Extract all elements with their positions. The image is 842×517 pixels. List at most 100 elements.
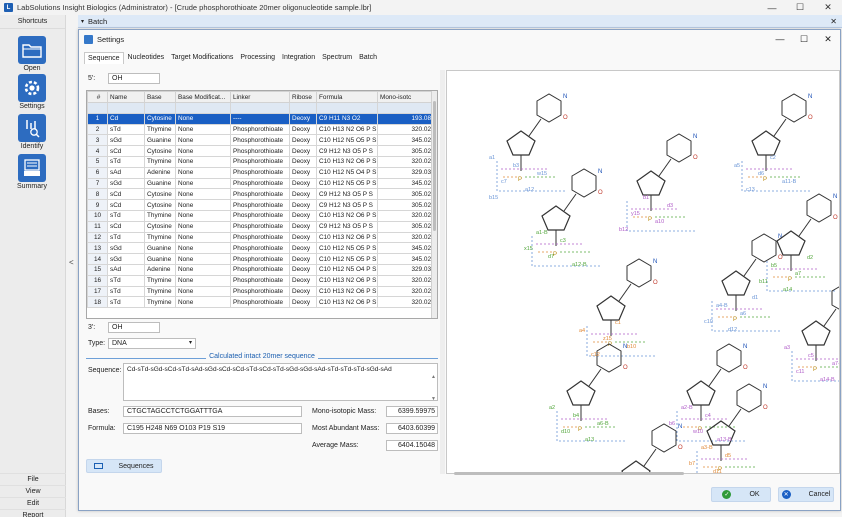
tab-processing[interactable]: Processing	[237, 52, 278, 64]
column-header[interactable]: Name	[107, 91, 145, 103]
table-cell: Deoxy	[289, 220, 317, 233]
table-row[interactable]: 3 sGd Guanine None Phosphorothioate Deoxy C10 …	[87, 134, 434, 147]
table-row[interactable]: 6 sAd Adenine None Phosphorothioate Deoxy C10 …	[87, 166, 434, 179]
five-prime-field[interactable]: OH	[108, 73, 160, 84]
abundant-mass-label: Most Abundant Mass:	[312, 425, 380, 432]
fragment-label: a12-B	[572, 262, 587, 268]
fragment-bracket	[766, 261, 837, 292]
minimize-button[interactable]: —	[758, 0, 786, 15]
table-row[interactable]: 14 sGd Guanine None Phosphorothioate Deoxy C10…	[87, 253, 434, 265]
column-header[interactable]: Linker	[230, 91, 290, 103]
column-header[interactable]: Base Modificat...	[175, 91, 231, 103]
table-cell: C10 H12 N5 O5 P S	[316, 242, 378, 255]
base-ring	[716, 343, 742, 373]
table-row[interactable]: 2 sTd Thymine None Phosphorothioate Deoxy C10 …	[87, 123, 434, 136]
cancel-button[interactable]: ✕ Cancel	[778, 487, 834, 502]
table-cell: Guanine	[144, 177, 176, 190]
dialog-minimize-button[interactable]: —	[768, 30, 792, 48]
table-cell: None	[175, 188, 231, 201]
tab-target-modifications[interactable]: Target Modifications	[168, 52, 236, 64]
glycosidic-bond	[728, 408, 742, 427]
table-cell	[107, 102, 145, 114]
phosphorus-label: P	[733, 317, 737, 323]
sugar-ring	[541, 205, 571, 231]
table-row[interactable]: 11 sCd Cytosine None Phosphorothioate Deoxy C9…	[87, 220, 434, 233]
table-row[interactable]: 8 sCd Cytosine None Phosphorothioate Deoxy C9 …	[87, 188, 434, 201]
table-cell: Deoxy	[289, 253, 317, 265]
tab-batch[interactable]: Batch	[356, 52, 380, 64]
dialog-maximize-button[interactable]: ☐	[792, 30, 816, 48]
table-row[interactable]: 13 sGd Guanine None Phosphorothioate Deoxy C10…	[87, 242, 434, 255]
formula-field[interactable]: C195 H248 N69 O103 P19 S19	[123, 423, 302, 434]
dialog-close-button[interactable]: ✕	[816, 30, 840, 48]
menu-view[interactable]: View	[0, 485, 66, 497]
ok-button[interactable]: ✓ OK	[711, 487, 771, 502]
tab-nucleotides[interactable]: Nucleotides	[125, 52, 168, 64]
table-cell: sTd	[107, 209, 145, 222]
sidebar-item-settings[interactable]: Settings	[17, 74, 47, 110]
mono-mass-label: Mono-isotopic Mass:	[312, 408, 377, 415]
bases-field[interactable]: CTGCTAGCCTCTGGATTTGA	[123, 406, 302, 417]
table-cell: Phosphorothioate	[230, 145, 290, 157]
atom-label: N	[678, 424, 682, 430]
close-window-button[interactable]: ✕	[814, 0, 842, 15]
table-cell: 320.02	[377, 123, 434, 136]
average-mass-field: 6404.15048	[386, 440, 438, 451]
table-row[interactable]: 9 sCd Cytosine None Phosphorothioate Deoxy C9 …	[87, 199, 434, 211]
table-cell: None	[175, 285, 231, 298]
five-prime-label: 5':	[88, 75, 96, 82]
menu-file[interactable]: File	[0, 473, 66, 485]
table-row[interactable]: 12 sTd Thymine None Phosphorothioate Deoxy C10…	[87, 231, 434, 244]
table-row[interactable]: 18 sTd Thymine None Phosphorothioate Deoxy C10…	[87, 296, 434, 309]
tab-spectrum[interactable]: Spectrum	[319, 52, 355, 64]
panel-splitter[interactable]	[440, 70, 445, 474]
sidebar-item-identify[interactable]: Identify	[17, 114, 47, 150]
tab-integration[interactable]: Integration	[279, 52, 318, 64]
structure-horizontal-scrollbar[interactable]	[454, 472, 684, 475]
table-row[interactable]: 1 Cd Cytosine None ---- Deoxy C9 H11 N3 O2 193.…	[87, 112, 434, 125]
maximize-button[interactable]: ☐	[786, 0, 814, 15]
row-number: 9	[87, 199, 108, 211]
close-batch-button[interactable]: ✕	[830, 17, 837, 26]
table-cell	[230, 102, 290, 114]
table-cell: Thymine	[144, 274, 176, 287]
type-select[interactable]: DNA ▾	[108, 338, 196, 349]
sidebar-menu: File View Edit Report	[0, 473, 66, 517]
phosphorus-label: P	[788, 277, 792, 283]
table-cell: sGd	[107, 253, 145, 265]
fragment-label: b11	[759, 279, 768, 285]
table-row[interactable]: 16 sTd Thymine None Phosphorothioate Deoxy C10…	[87, 274, 434, 287]
tab-sequence[interactable]: Sequence	[84, 52, 124, 64]
column-header[interactable]: Formula	[316, 91, 378, 103]
column-header[interactable]: Ribose	[289, 91, 317, 103]
table-row[interactable]: 17 sTd Thymine None Phosphorothioate Deoxy C10…	[87, 285, 434, 298]
structure-viewer[interactable]: NOPNOPNOPNOPNOPNOPNOPNOPNOPNOPNOPNOPa1a1…	[446, 70, 840, 474]
sequence-field[interactable]: Cd-sTd-sGd-sCd-sTd-sAd-sGd-sCd-sCd-sTd-s…	[123, 363, 438, 402]
table-cell: Phosphorothioate	[230, 155, 290, 168]
menu-report[interactable]: Report	[0, 509, 66, 517]
table-row[interactable]: 4 sCd Cytosine None Phosphorothioate Deoxy C9 …	[87, 145, 434, 157]
table-row[interactable]: 10 sTd Thymine None Phosphorothioate Deoxy C10…	[87, 209, 434, 222]
fragment-label: a7-B	[832, 361, 840, 367]
sidebar-item-summary[interactable]: Summary	[17, 154, 47, 190]
table-row[interactable]: 5 sTd Thymine None Phosphorothioate Deoxy C10 …	[87, 155, 434, 168]
sidebar-item-label: Summary	[17, 183, 47, 190]
column-header[interactable]: Mono-isotc	[377, 91, 434, 103]
sugar-ring	[751, 130, 781, 156]
table-scrollbar[interactable]	[431, 91, 437, 318]
scrollbar-thumb[interactable]	[433, 101, 436, 231]
menu-edit[interactable]: Edit	[0, 497, 66, 509]
table-row[interactable]: 7 sGd Guanine None Phosphorothioate Deoxy C10 …	[87, 177, 434, 190]
collapse-sidebar-button[interactable]: <	[69, 258, 74, 267]
sequences-button[interactable]: Sequences	[86, 459, 162, 473]
sequence-scrollbar[interactable]: ▲ ▼	[431, 366, 436, 410]
sidebar-item-label: Identify	[20, 143, 44, 150]
sidebar-item-open[interactable]: Open	[17, 36, 47, 72]
three-prime-field[interactable]: OH	[108, 322, 160, 333]
chevron-down-icon[interactable]: ▾	[81, 18, 84, 25]
table-row[interactable]: 15 sAd Adenine None Phosphorothioate Deoxy C10…	[87, 263, 434, 276]
table-cell: Phosphorothioate	[230, 231, 290, 244]
glycosidic-bond	[658, 158, 672, 177]
column-header[interactable]: #	[87, 91, 108, 103]
column-header[interactable]: Base	[144, 91, 176, 103]
